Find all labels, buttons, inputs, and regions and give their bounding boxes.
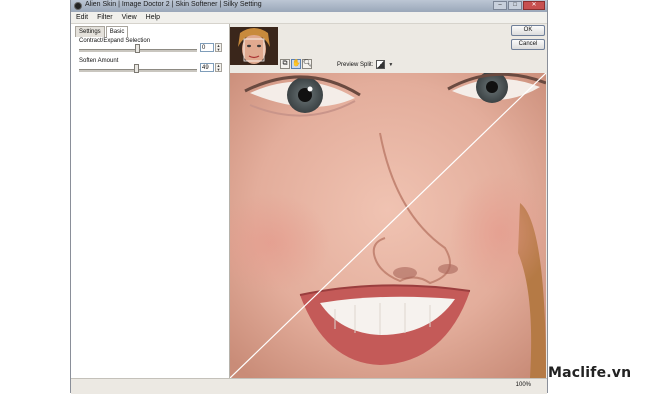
contract-expand-spinner[interactable]: ▲ ▼ [215,43,222,52]
soften-amount-input[interactable]: 49 [200,63,214,72]
zoom-level: 100% [515,382,531,388]
zoom-tool-icon[interactable]: 🔍︎ [302,59,312,69]
tab-strip: Settings Basic [75,26,129,37]
soften-amount-slider-thumb[interactable] [134,64,139,73]
compare-icon[interactable]: ⧉ [280,59,290,69]
cancel-button[interactable]: Cancel [511,39,545,50]
soften-amount-spinner[interactable]: ▲ ▼ [215,63,222,72]
watermark-text: Maclife.vn [548,365,632,381]
navigator-thumbnail[interactable] [230,27,278,65]
menu-bar: Edit Filter View Help [71,12,547,24]
alien-skin-logo-icon [74,2,82,10]
plugin-window: Alien Skin | Image Doctor 2 | Skin Softe… [70,0,548,394]
preview-toolbar: ⧉ ✋ 🔍︎ Preview Split: ▼ [230,24,546,73]
split-diagonal-icon[interactable] [376,60,386,69]
minimize-button[interactable]: – [493,1,507,10]
preview-image[interactable] [230,73,546,378]
menu-help[interactable]: Help [141,12,164,23]
chevron-down-icon[interactable]: ▼ [388,62,393,68]
hand-tool-icon[interactable]: ✋ [291,59,301,69]
preview-area: ⧉ ✋ 🔍︎ Preview Split: ▼ [230,24,546,378]
contract-expand-control: Contract/Expand Selection 0 ▲ ▼ [79,38,224,53]
preview-split-label: Preview Split: [337,61,374,68]
close-button[interactable]: ✕ [523,1,545,10]
menu-filter[interactable]: Filter [92,12,117,23]
menu-edit[interactable]: Edit [71,12,92,23]
ok-button[interactable]: OK [511,25,545,36]
window-title: Alien Skin | Image Doctor 2 | Skin Softe… [85,1,262,8]
menu-view[interactable]: View [117,12,141,23]
status-bar: 100% [71,378,547,394]
maximize-button[interactable]: □ [508,1,522,10]
contract-expand-slider-thumb[interactable] [135,44,140,53]
title-bar[interactable]: Alien Skin | Image Doctor 2 | Skin Softe… [71,0,547,12]
preview-split-control: Preview Split: ▼ [337,60,393,69]
soften-amount-control: Soften Amount 49 ▲ ▼ [79,58,224,73]
tab-settings[interactable]: Settings [75,26,105,37]
settings-panel: Settings Basic Contract/Expand Selection… [71,24,230,378]
contract-expand-input[interactable]: 0 [200,43,214,52]
tab-basic[interactable]: Basic [105,26,129,37]
